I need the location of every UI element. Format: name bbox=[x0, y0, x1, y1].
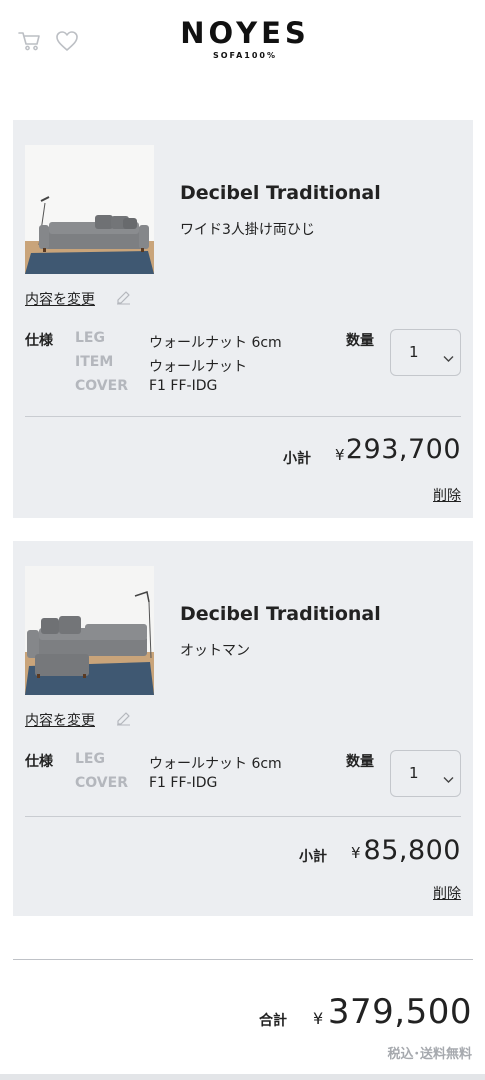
product-image[interactable] bbox=[25, 145, 154, 274]
chevron-down-icon bbox=[443, 348, 454, 362]
edit-item-link[interactable]: 内容を変更 bbox=[25, 710, 95, 730]
subtotal-label: 小計 bbox=[299, 849, 327, 865]
divider bbox=[25, 416, 461, 417]
logo-wordmark: NOYES bbox=[180, 16, 310, 50]
tax-note: 税込･送料無料 bbox=[387, 1047, 472, 1062]
spec-label: 仕様 bbox=[25, 754, 53, 770]
subtotal-amount: 293,700 bbox=[345, 434, 461, 465]
site-header: NOYES SOFA100% bbox=[0, 0, 485, 90]
cart-icon[interactable] bbox=[18, 30, 42, 52]
total-amount: 379,500 bbox=[327, 992, 472, 1032]
spec-value-cover: F1 FF-IDG bbox=[149, 775, 218, 791]
delete-item-link[interactable]: 削除 bbox=[433, 883, 461, 903]
bottom-bar bbox=[0, 1074, 485, 1080]
delete-item-link[interactable]: 削除 bbox=[433, 485, 461, 505]
currency-symbol: ¥ bbox=[313, 1009, 324, 1028]
currency-symbol: ¥ bbox=[351, 844, 361, 862]
edit-icon[interactable] bbox=[116, 711, 131, 726]
spec-value-cover: F1 FF-IDG bbox=[149, 378, 218, 394]
logo-tagline: SOFA100% bbox=[212, 51, 277, 60]
cart-item-card: Decibel Traditional オットマン 内容を変更 仕様 LEG ウ… bbox=[13, 541, 473, 916]
spec-key-item: ITEM bbox=[75, 354, 114, 370]
currency-symbol: ¥ bbox=[335, 446, 345, 464]
cart-item-card: Decibel Traditional ワイド3人掛け両ひじ 内容を変更 仕様 … bbox=[13, 120, 473, 518]
divider bbox=[13, 959, 473, 960]
spec-key-leg: LEG bbox=[75, 330, 105, 346]
product-variant: ワイド3人掛け両ひじ bbox=[180, 222, 315, 238]
quantity-select[interactable]: 1 bbox=[390, 329, 461, 376]
brand-logo[interactable]: NOYES SOFA100% bbox=[170, 16, 320, 61]
edit-item-link[interactable]: 内容を変更 bbox=[25, 289, 95, 309]
subtotal-amount: 85,800 bbox=[363, 835, 461, 866]
quantity-value: 1 bbox=[409, 343, 419, 361]
product-name[interactable]: Decibel Traditional bbox=[180, 603, 381, 625]
heart-icon[interactable] bbox=[55, 30, 79, 52]
total-label: 合計 bbox=[259, 1013, 287, 1029]
quantity-label: 数量 bbox=[346, 333, 374, 349]
divider bbox=[25, 816, 461, 817]
product-image[interactable] bbox=[25, 566, 154, 695]
quantity-label: 数量 bbox=[346, 754, 374, 770]
product-variant: オットマン bbox=[180, 643, 250, 659]
subtotal-label: 小計 bbox=[283, 451, 311, 467]
quantity-select[interactable]: 1 bbox=[390, 750, 461, 797]
spec-value-item: ウォールナット bbox=[149, 359, 247, 375]
chevron-down-icon bbox=[443, 769, 454, 783]
spec-key-cover: COVER bbox=[75, 775, 128, 791]
edit-icon[interactable] bbox=[116, 290, 131, 305]
product-name[interactable]: Decibel Traditional bbox=[180, 182, 381, 204]
spec-value-leg: ウォールナット 6cm bbox=[149, 335, 282, 351]
spec-label: 仕様 bbox=[25, 333, 53, 349]
quantity-value: 1 bbox=[409, 764, 419, 782]
spec-value-leg: ウォールナット 6cm bbox=[149, 756, 282, 772]
spec-key-leg: LEG bbox=[75, 751, 105, 767]
spec-key-cover: COVER bbox=[75, 378, 128, 394]
